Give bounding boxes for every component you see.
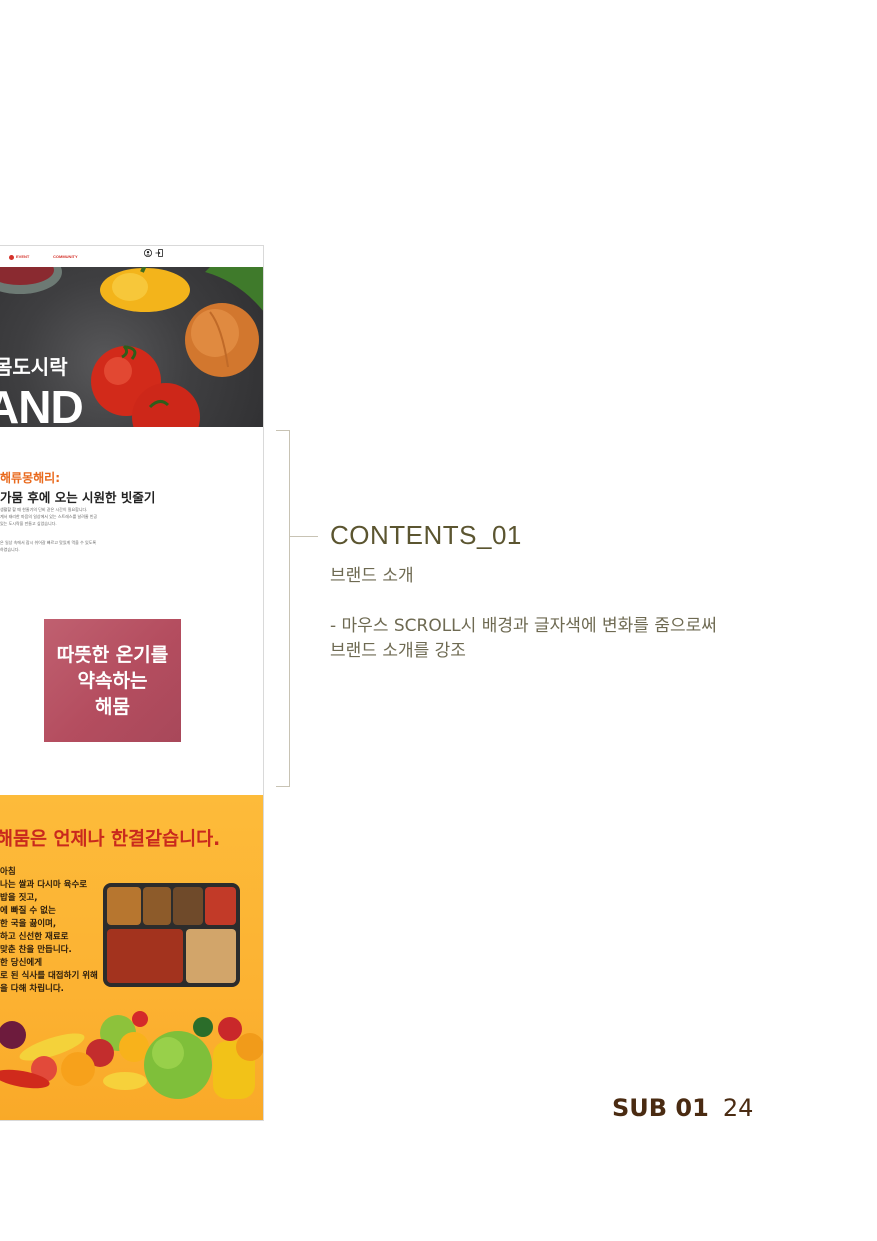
hero-title-brand: AND bbox=[0, 381, 84, 427]
promise-line: 따뜻한 온기를 bbox=[56, 643, 169, 666]
intro-label: 해류몽해리: bbox=[0, 471, 60, 485]
page-number: 24 bbox=[722, 1094, 754, 1122]
fruit-vegetable-illustration bbox=[0, 1011, 263, 1099]
consistency-title: 해뭄은 언제나 한결같습니다. bbox=[0, 829, 221, 850]
annotation-bracket bbox=[276, 430, 290, 787]
nav-item-community[interactable]: COMMUNITY bbox=[53, 254, 78, 259]
intro-headline: 가뭄 후에 오는 시원한 빗줄기 bbox=[0, 490, 156, 505]
login-icon[interactable] bbox=[155, 249, 163, 257]
consistency-line: 밥을 짓고, bbox=[0, 893, 38, 903]
section-label: SUB 01 bbox=[612, 1094, 709, 1122]
intro-text-line: 있는 도시락을 만들고 싶었습니다. bbox=[0, 521, 57, 526]
hero-banner: 몸도시락 AND bbox=[0, 267, 263, 427]
consistency-line: 맞춘 찬을 만듭니다. bbox=[0, 945, 72, 955]
intro-text-line: 하였습니다. bbox=[0, 547, 20, 552]
consistency-line: 로 된 식사를 대접하기 위해 bbox=[0, 971, 98, 981]
contents-subtitle: 브랜드 소개 bbox=[330, 566, 414, 586]
contents-description-line: - 마우스 SCROLL시 배경과 글자색에 변화를 줌으로써 bbox=[330, 616, 717, 636]
annotation-leader-line bbox=[290, 536, 318, 537]
consistency-line: 에 빠질 수 없는 bbox=[0, 906, 56, 916]
consistency-line: 하고 신선한 재료로 bbox=[0, 932, 69, 942]
nav-dot bbox=[9, 255, 14, 260]
promise-line: 해뭄 bbox=[95, 695, 130, 718]
intro-text-line: 은 일상 속에서 잠시 쉬어갈 빠르고 맛있게 먹을 수 있도록 bbox=[0, 540, 97, 545]
consistency-line: 한 국을 끓이며, bbox=[0, 919, 57, 929]
consistency-section: 해뭄은 언제나 한결같습니다. 아침 나는 쌀과 다시마 육수로 밥을 짓고, … bbox=[0, 795, 263, 1120]
hero-title-korean: 몸도시락 bbox=[0, 355, 68, 379]
lunchbox-image bbox=[103, 883, 240, 987]
page-footer: SUB 01 24 bbox=[612, 1094, 753, 1122]
intro-text-line: 생활할 할 때 한줄기의 단비 같은 시간이 필요합니다. bbox=[0, 507, 88, 512]
user-icon[interactable] bbox=[144, 249, 152, 257]
consistency-line: 한 당신에게 bbox=[0, 958, 43, 968]
contents-title: CONTENTS_01 bbox=[330, 520, 522, 550]
contents-description-line: 브랜드 소개를 강조 bbox=[330, 641, 466, 661]
consistency-line: 나는 쌀과 다시마 육수로 bbox=[0, 880, 88, 890]
consistency-line: 을 다해 차립니다. bbox=[0, 984, 64, 994]
consistency-line: 아침 bbox=[0, 867, 16, 877]
nav-item-event[interactable]: EVENT bbox=[16, 254, 29, 259]
promise-line: 약속하는 bbox=[77, 669, 148, 692]
website-mockup: EVENT COMMUNITY 몸도시락 ND 해류몽해리: 가뭄 후에 오는 … bbox=[0, 245, 264, 1121]
intro-text-line: 계서 태리한 마음의 일상에서 있는 스트레스를 날려줄 빈공 bbox=[0, 514, 98, 519]
mockup-nav: EVENT COMMUNITY bbox=[0, 246, 263, 267]
promise-box: 따뜻한 온기를 약속하는 해뭄 bbox=[44, 619, 181, 742]
